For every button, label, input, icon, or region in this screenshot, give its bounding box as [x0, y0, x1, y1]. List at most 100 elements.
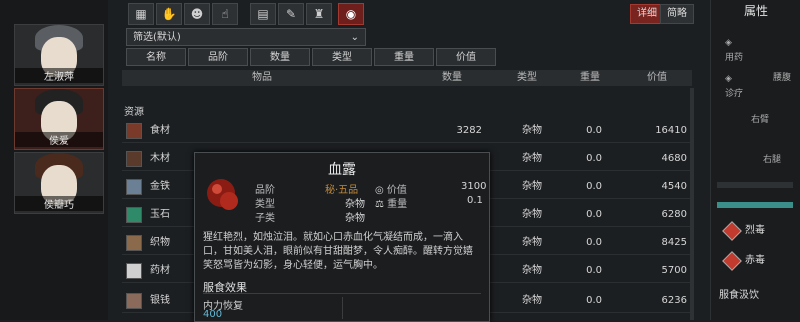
character-card-1[interactable]: 侯爱: [14, 88, 104, 150]
row-value: 8425: [661, 237, 687, 248]
row-name: 药材: [150, 265, 170, 276]
character-name: 左淑萍: [15, 68, 103, 83]
eye-icon[interactable]: ◉: [338, 3, 364, 25]
header-qty: 数量: [442, 72, 462, 83]
row-name: 木材: [150, 153, 170, 164]
poison-icon: [722, 221, 742, 241]
detail-toggle[interactable]: 详细: [630, 4, 664, 24]
bag-icon[interactable]: ♜: [306, 3, 332, 25]
table-header: 物品 数量 类型 重量 价值: [122, 70, 692, 86]
row-value: 6236: [661, 295, 687, 306]
row-name: 银钱: [150, 295, 170, 306]
row-type: 杂物: [522, 295, 542, 306]
row-weight: 0.0: [586, 153, 602, 164]
status-bar-fill: [717, 202, 793, 208]
row-value: 6280: [661, 209, 687, 220]
character-list: 左淑萍 侯爱 侯瓣巧: [0, 0, 108, 320]
label-waist: 腰腹: [773, 73, 792, 83]
row-type: 杂物: [522, 237, 542, 248]
character-name: 侯爱: [15, 132, 103, 147]
weight-row: ⚖ 重量 0.1: [375, 195, 483, 210]
footer-label: 服食汲饮: [719, 290, 759, 301]
table-row[interactable]: 食材 3282 杂物 0.0 16410: [122, 120, 692, 143]
row-name: 食材: [150, 125, 170, 136]
grade-value: 秘·五品: [325, 185, 359, 196]
row-type: 杂物: [522, 265, 542, 276]
herb-icon: [126, 263, 142, 279]
attribute-panel: 属性 ◈ 用药 ◈ 诊疗 腰腹 右臂 右腿 烈毒 赤毒 服食汲饮: [710, 0, 800, 320]
subtype-value: 杂物: [345, 213, 365, 224]
scrollbar[interactable]: [690, 88, 694, 320]
poison-name-0: 烈毒: [745, 225, 765, 236]
filter-dropdown[interactable]: 筛选(默认) ⌄: [126, 28, 366, 46]
row-type: 杂物: [522, 209, 542, 220]
row-type: 杂物: [522, 125, 542, 136]
money-icon: [126, 293, 142, 309]
subtype-row: 子类 杂物: [255, 209, 365, 224]
sort-qty-button[interactable]: 数量: [250, 48, 310, 66]
value-row: ◎ 价值 3100: [375, 181, 486, 196]
hand-hold-icon[interactable]: ☝: [212, 3, 238, 25]
row-value: 16410: [655, 125, 687, 136]
medicine-icon: ◈: [725, 38, 732, 48]
row-qty: 3282: [456, 125, 482, 136]
divider: [203, 293, 481, 294]
weight-label: 重量: [387, 199, 408, 210]
wood-icon: [126, 151, 142, 167]
scroll-icon[interactable]: ▤: [250, 3, 276, 25]
grade-row: 品阶 秘·五品: [255, 181, 358, 196]
item-tooltip: 血露 品阶 秘·五品 类型 杂物 子类 杂物 ◎ 价值 3100 ⚖ 重量 0.…: [194, 152, 490, 322]
row-name: 金铁: [150, 181, 170, 192]
subtype-label: 子类: [255, 213, 275, 224]
label-medicine: 用药: [725, 53, 744, 63]
row-weight: 0.0: [586, 295, 602, 306]
row-name: 织物: [150, 237, 170, 248]
sort-type-button[interactable]: 类型: [312, 48, 372, 66]
type-row: 类型 杂物: [255, 195, 365, 210]
people-icon[interactable]: ☻: [184, 3, 210, 25]
character-card-0[interactable]: 左淑萍: [14, 24, 104, 86]
metal-icon: [126, 179, 142, 195]
label-treatment: 诊疗: [725, 89, 744, 99]
row-value: 5700: [661, 265, 687, 276]
stat-value: 400: [203, 309, 223, 320]
sort-name-button[interactable]: 名称: [126, 48, 186, 66]
poison-icon: [722, 251, 742, 271]
row-weight: 0.0: [586, 209, 602, 220]
fabric-icon: [126, 235, 142, 251]
header-type: 类型: [517, 72, 537, 83]
grid-icon[interactable]: ▦: [128, 3, 154, 25]
label-right-leg: 右腿: [763, 155, 782, 165]
header-item: 物品: [252, 72, 272, 83]
header-weight: 重量: [580, 72, 600, 83]
character-name: 侯瓣巧: [15, 196, 103, 211]
simple-toggle[interactable]: 简略: [660, 4, 694, 24]
poison-name-1: 赤毒: [745, 255, 765, 266]
filter-label: 筛选(默认): [133, 32, 181, 43]
weight-value: 0.1: [467, 195, 483, 206]
sort-weight-button[interactable]: 重量: [374, 48, 434, 66]
treatment-icon: ◈: [725, 74, 732, 84]
tooltip-description: 猩红艳烈，如烛泣泪。就如心口赤血化气凝结而成，一滴入口，甘如美人泪，眼前似有甘甜…: [203, 232, 473, 271]
header-value: 价值: [647, 72, 667, 83]
hand-icon[interactable]: ✋: [156, 3, 182, 25]
weight-icon: ⚖: [375, 199, 384, 210]
panel-title: 属性: [743, 4, 768, 18]
row-type: 杂物: [522, 181, 542, 192]
sort-grade-button[interactable]: 品阶: [188, 48, 248, 66]
brush-icon[interactable]: ✎: [278, 3, 304, 25]
character-card-2[interactable]: 侯瓣巧: [14, 152, 104, 214]
row-value: 4680: [661, 153, 687, 164]
blood-dew-icon: [207, 179, 238, 210]
row-weight: 0.0: [586, 265, 602, 276]
value-value: 3100: [461, 181, 487, 192]
status-bar-bg: [717, 182, 793, 188]
divider-vertical: [342, 297, 343, 319]
label-right-arm: 右臂: [751, 115, 770, 125]
row-weight: 0.0: [586, 237, 602, 248]
row-weight: 0.0: [586, 181, 602, 192]
sort-value-button[interactable]: 价值: [436, 48, 496, 66]
row-weight: 0.0: [586, 125, 602, 136]
food-icon: [126, 123, 142, 139]
row-type: 杂物: [522, 153, 542, 164]
